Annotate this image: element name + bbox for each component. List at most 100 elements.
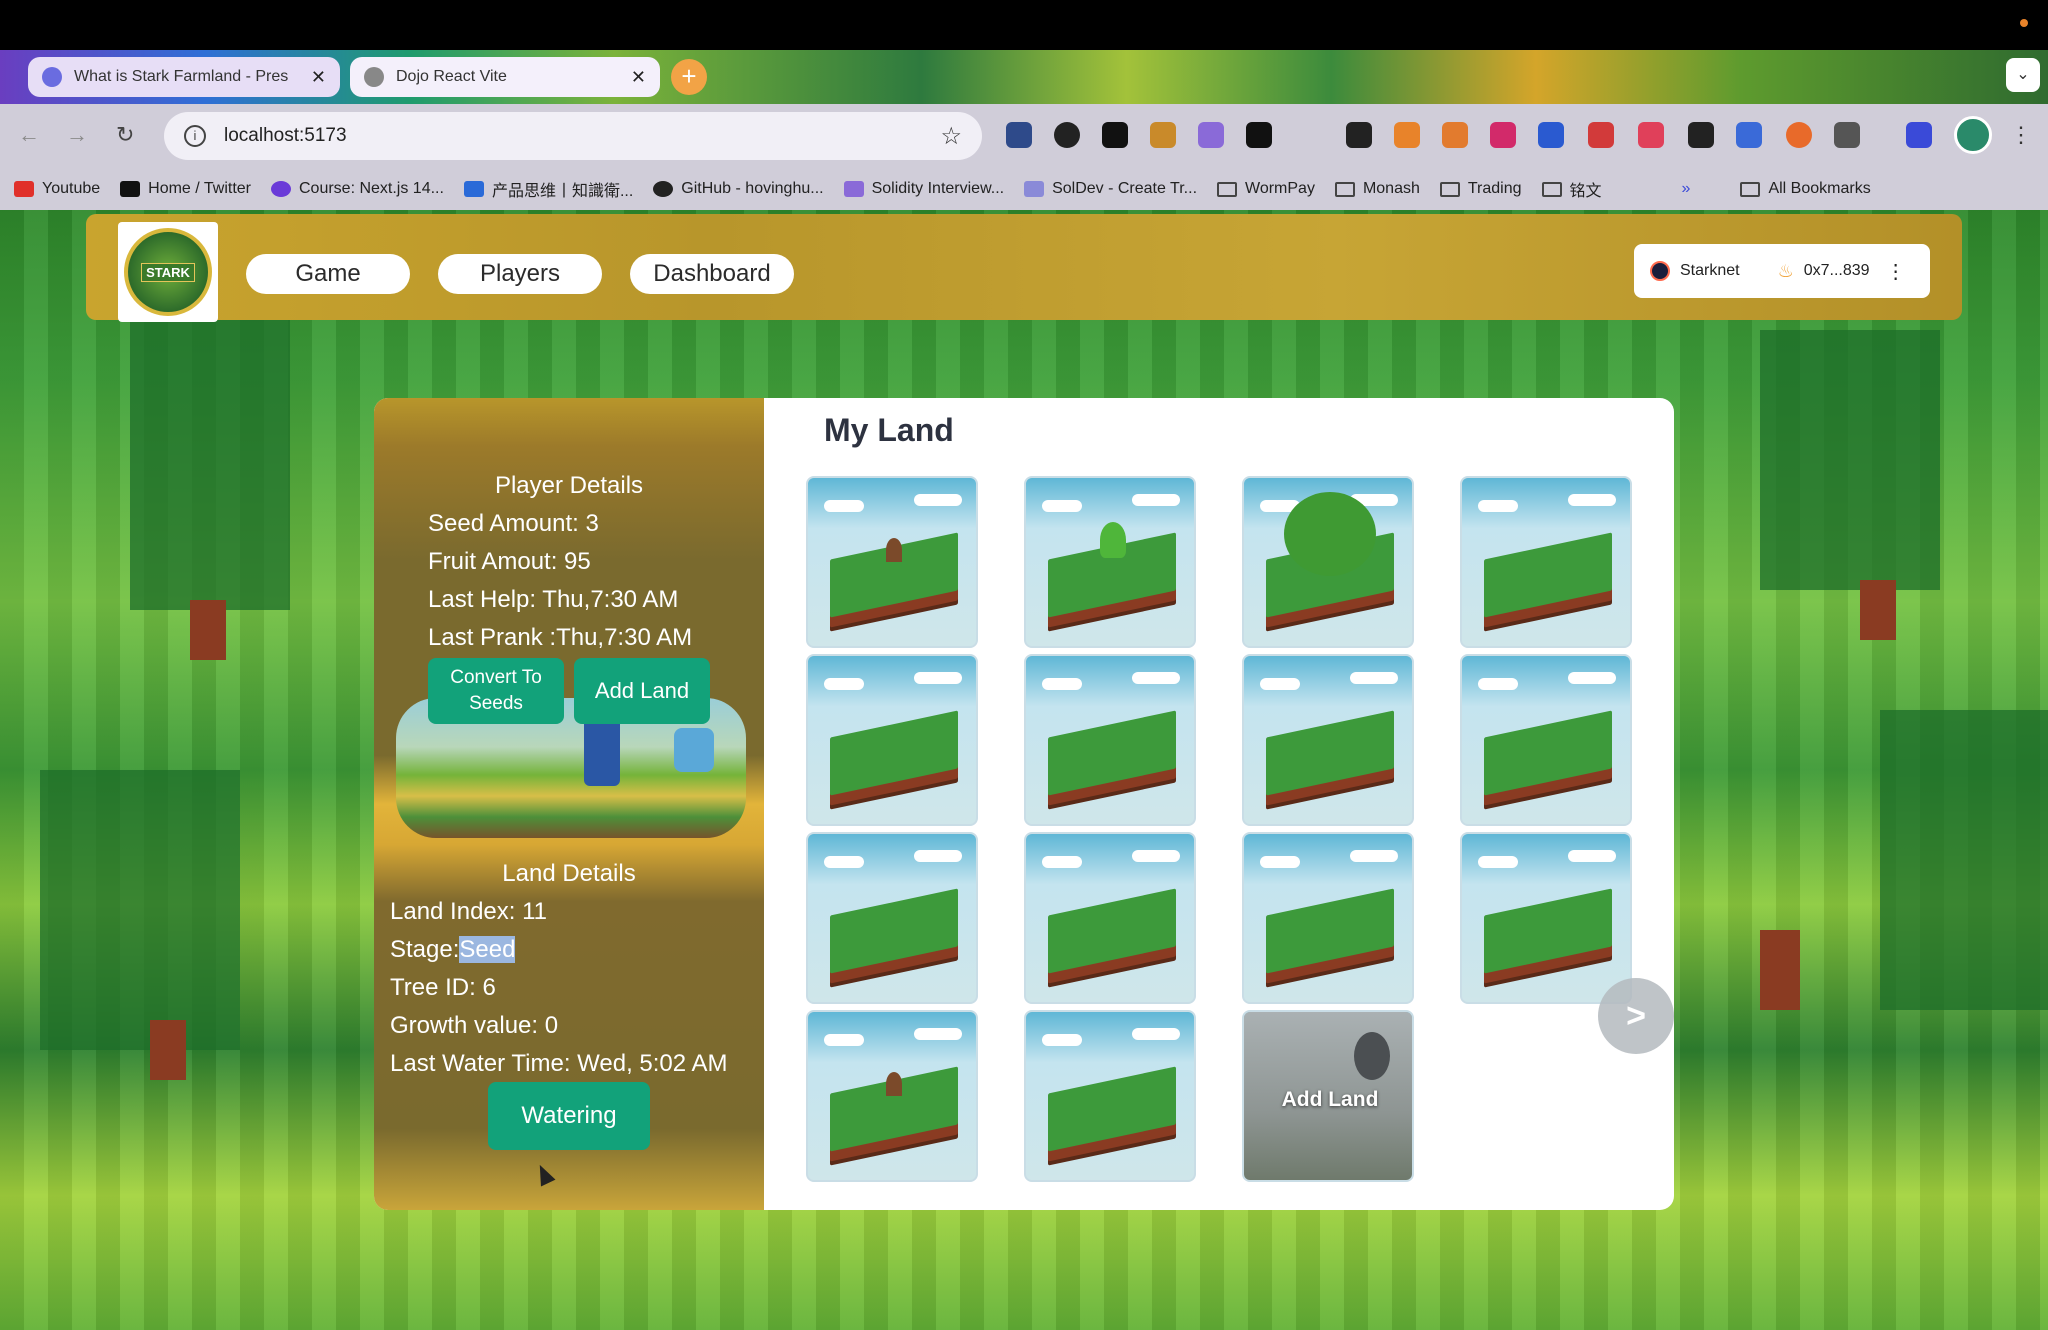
tab-search-button[interactable]: ⌄ xyxy=(2006,58,2040,92)
extensions-puzzle-icon[interactable] xyxy=(1834,122,1860,148)
extension-icon[interactable] xyxy=(1102,122,1128,148)
browser-menu-icon[interactable]: ⋮ xyxy=(2010,122,2032,148)
cloud-illustration xyxy=(1568,494,1616,506)
cloud-illustration xyxy=(1350,672,1398,684)
cloud-illustration xyxy=(914,672,962,684)
extension-icon[interactable] xyxy=(1394,122,1420,148)
url-text: localhost:5173 xyxy=(224,125,347,146)
add-land-tile-label: Add Land xyxy=(1281,1088,1379,1111)
folder-icon xyxy=(1740,181,1761,197)
network-name: Starknet xyxy=(1680,262,1740,279)
bookmark-product[interactable]: 产品思维丨知識衛... xyxy=(463,177,633,201)
tab-stark-farmland[interactable]: What is Stark Farmland - Pres ✕ xyxy=(28,57,340,97)
bookmark-inscription[interactable]: 铭文 xyxy=(1541,177,1602,201)
land-tile-empty[interactable] xyxy=(806,654,978,826)
land-tile-empty[interactable] xyxy=(806,832,978,1004)
player-details-heading: Player Details xyxy=(494,472,644,499)
cloud-illustration xyxy=(824,500,864,512)
bookmark-trading[interactable]: Trading xyxy=(1439,180,1522,198)
nav-players-button[interactable]: Players xyxy=(438,254,602,294)
cloud-illustration xyxy=(914,850,962,862)
growth-value: Growth value: 0 xyxy=(390,1012,559,1039)
bookmark-monash[interactable]: Monash xyxy=(1334,180,1420,198)
add-land-button[interactable]: Add Land xyxy=(574,658,710,724)
bookmarks-bar: Youtube Home / Twitter Course: Next.js 1… xyxy=(0,168,2048,210)
land-tile-sprout[interactable] xyxy=(1024,476,1196,648)
extension-icon[interactable] xyxy=(1638,122,1664,148)
last-water-time: Last Water Time: Wed, 5:02 AM xyxy=(390,1050,728,1077)
wallet-widget[interactable]: Starknet ♨ 0x7...839 ⋮ xyxy=(1634,244,1930,298)
farmer-illustration xyxy=(584,716,620,786)
extension-icon[interactable] xyxy=(1538,122,1564,148)
media-icon[interactable] xyxy=(1906,122,1932,148)
background-trunk xyxy=(190,600,226,660)
cloud-illustration xyxy=(1478,678,1518,690)
forward-icon[interactable]: → xyxy=(66,122,88,148)
bookmark-github[interactable]: GitHub - hovinghu... xyxy=(653,180,824,198)
extension-icon[interactable] xyxy=(1490,122,1516,148)
bookmarks-overflow-button[interactable]: » xyxy=(1682,180,1691,198)
background-tree xyxy=(40,770,240,1050)
wallet-menu-icon[interactable]: ⋮ xyxy=(1886,259,1906,284)
all-bookmarks[interactable]: All Bookmarks xyxy=(1740,180,1871,198)
address-bar[interactable]: i localhost:5173 ☆ xyxy=(164,112,982,160)
nav-dashboard-button[interactable]: Dashboard xyxy=(630,254,794,294)
site-info-icon[interactable]: i xyxy=(184,125,206,147)
land-tile-empty[interactable] xyxy=(1024,654,1196,826)
land-tile-empty[interactable] xyxy=(1024,1010,1196,1182)
extension-icon[interactable] xyxy=(1588,122,1614,148)
close-tab-icon[interactable]: ✕ xyxy=(631,67,646,88)
bookmark-twitter[interactable]: Home / Twitter xyxy=(120,180,251,198)
land-tile-seed[interactable] xyxy=(806,476,978,648)
new-tab-button[interactable]: + xyxy=(671,59,707,95)
bookmark-solidity[interactable]: Solidity Interview... xyxy=(843,180,1004,198)
next-page-button[interactable]: > xyxy=(1598,978,1674,1054)
seed-amount: Seed Amount: 3 xyxy=(428,510,599,537)
bookmark-youtube[interactable]: Youtube xyxy=(14,180,100,198)
bookmark-wormpay[interactable]: WormPay xyxy=(1217,180,1315,198)
extension-icon[interactable] xyxy=(1198,122,1224,148)
back-icon[interactable]: ← xyxy=(18,122,40,148)
logo-emblem: STARK xyxy=(124,228,212,316)
close-tab-icon[interactable]: ✕ xyxy=(311,67,326,88)
extension-icon[interactable] xyxy=(1736,122,1762,148)
extension-icon[interactable] xyxy=(1006,122,1032,148)
land-tile-empty[interactable] xyxy=(1024,832,1196,1004)
reload-icon[interactable]: ↻ xyxy=(116,122,134,148)
cloud-illustration xyxy=(1042,678,1082,690)
metamask-icon[interactable] xyxy=(1442,122,1468,148)
extension-icon[interactable] xyxy=(1688,122,1714,148)
extension-icon[interactable] xyxy=(1150,122,1176,148)
land-index: Land Index: 11 xyxy=(390,898,548,925)
bookmark-course[interactable]: Course: Next.js 14... xyxy=(270,180,444,198)
land-tile-seed[interactable] xyxy=(806,1010,978,1182)
grass-block-illustration xyxy=(1266,710,1394,796)
watering-button[interactable]: Watering xyxy=(488,1082,650,1150)
profile-avatar[interactable] xyxy=(1954,116,1992,154)
land-tile-empty[interactable] xyxy=(1460,832,1632,1004)
cloud-illustration xyxy=(1042,856,1082,868)
land-tile-add[interactable]: Add Land xyxy=(1242,1010,1414,1182)
convert-to-seeds-button[interactable]: Convert To Seeds xyxy=(428,658,564,724)
background-tree xyxy=(1760,330,1940,590)
logo-text: STARK xyxy=(141,262,195,282)
land-tile-tree[interactable] xyxy=(1242,476,1414,648)
extension-icon[interactable] xyxy=(1246,122,1272,148)
extension-icon[interactable] xyxy=(1786,122,1812,148)
land-tile-empty[interactable] xyxy=(1460,476,1632,648)
extension-icon[interactable] xyxy=(1346,122,1372,148)
watering-can-illustration xyxy=(674,728,714,772)
stark-farmland-logo[interactable]: STARK xyxy=(118,222,218,322)
r-icon xyxy=(843,181,864,197)
cloud-illustration xyxy=(1350,850,1398,862)
land-tile-empty[interactable] xyxy=(1460,654,1632,826)
land-tile-empty[interactable] xyxy=(1242,654,1414,826)
bookmark-soldev[interactable]: SolDev - Create Tr... xyxy=(1024,180,1197,198)
land-tile-empty[interactable] xyxy=(1242,832,1414,1004)
tab-dojo-react-vite[interactable]: Dojo React Vite ✕ xyxy=(350,57,660,97)
nav-game-button[interactable]: Game xyxy=(246,254,410,294)
bookmark-star-icon[interactable]: ☆ xyxy=(940,122,962,151)
grass-block-illustration xyxy=(1484,888,1612,974)
extension-icon[interactable] xyxy=(1054,122,1080,148)
game-page: STARK Game Players Dashboard Starknet ♨ … xyxy=(0,210,2048,1330)
